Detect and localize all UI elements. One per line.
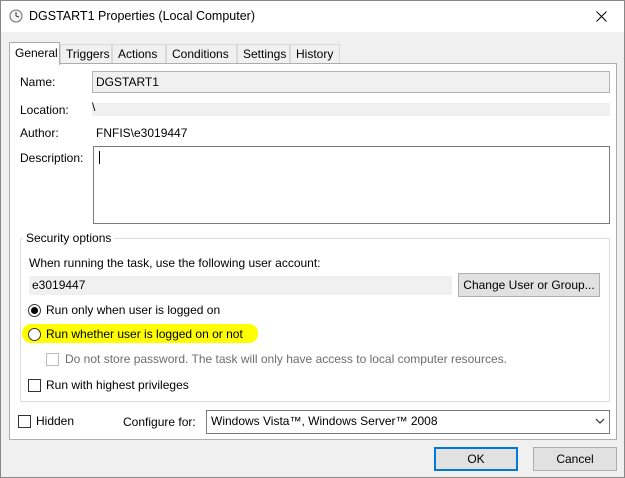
tab-conditions[interactable]: Conditions: [166, 44, 237, 65]
run-whether-radio[interactable]: [28, 328, 41, 341]
run-logged-on-radio[interactable]: [28, 304, 41, 317]
tab-history[interactable]: History: [290, 44, 340, 65]
tab-label: Actions: [118, 47, 158, 61]
chevron-down-icon: [595, 418, 605, 424]
account-prompt: When running the task, use the following…: [29, 256, 321, 270]
location-label: Location:: [20, 103, 69, 117]
description-textarea[interactable]: [93, 146, 610, 224]
name-label: Name:: [20, 75, 56, 89]
title-bar: DGSTART1 Properties (Local Computer): [1, 1, 624, 32]
hidden-checkbox[interactable]: [18, 415, 31, 428]
configure-for-dropdown[interactable]: Windows Vista™, Windows Server™ 2008: [206, 410, 610, 434]
properties-dialog: DGSTART1 Properties (Local Computer) Gen…: [0, 0, 625, 478]
highest-privileges-checkbox[interactable]: [28, 379, 41, 392]
cancel-button[interactable]: Cancel: [533, 447, 617, 471]
location-value: \: [92, 100, 96, 114]
window-title: DGSTART1 Properties (Local Computer): [29, 9, 256, 23]
ok-button-label: OK: [467, 452, 485, 466]
tab-label: Settings: [243, 47, 287, 61]
tab-label: General: [15, 46, 58, 60]
tab-label: Triggers: [66, 47, 110, 61]
cancel-button-label: Cancel: [556, 452, 594, 466]
name-value: DGSTART1: [96, 75, 159, 89]
no-store-password-checkbox[interactable]: [46, 353, 59, 366]
no-store-password-label: Do not store password. The task will onl…: [65, 352, 507, 366]
user-account-value: e3019447: [32, 278, 86, 292]
tab-label: History: [296, 47, 334, 61]
run-logged-on-label: Run only when user is logged on: [46, 303, 221, 317]
change-user-button[interactable]: Change User or Group...: [458, 273, 600, 297]
tab-actions[interactable]: Actions: [112, 44, 166, 65]
user-account-field: e3019447: [29, 276, 452, 295]
tab-settings[interactable]: Settings: [237, 44, 290, 65]
text-caret: [99, 151, 100, 164]
hidden-label: Hidden: [36, 414, 75, 428]
description-label: Description:: [20, 151, 84, 165]
change-user-button-label: Change User or Group...: [463, 278, 595, 292]
tab-general[interactable]: General: [9, 42, 60, 65]
author-label: Author:: [20, 126, 59, 140]
run-whether-label: Run whether user is logged on or not: [46, 327, 243, 341]
location-field: \: [92, 100, 610, 116]
tab-triggers[interactable]: Triggers: [60, 44, 112, 65]
author-value: FNFIS\e3019447: [96, 126, 188, 140]
general-tab-panel: Name: DGSTART1 Location: \ Author: FNFIS…: [9, 63, 617, 440]
close-button[interactable]: [578, 1, 624, 32]
configure-for-value: Windows Vista™, Windows Server™ 2008: [211, 414, 438, 428]
name-field[interactable]: DGSTART1: [92, 71, 610, 93]
close-icon: [595, 11, 607, 22]
configure-for-label: Configure for:: [123, 415, 196, 429]
ok-button[interactable]: OK: [434, 447, 518, 471]
tab-label: Conditions: [172, 47, 229, 61]
clock-icon: [9, 9, 23, 23]
highest-privileges-label: Run with highest privileges: [46, 378, 189, 392]
security-options-title: Security options: [23, 231, 115, 245]
